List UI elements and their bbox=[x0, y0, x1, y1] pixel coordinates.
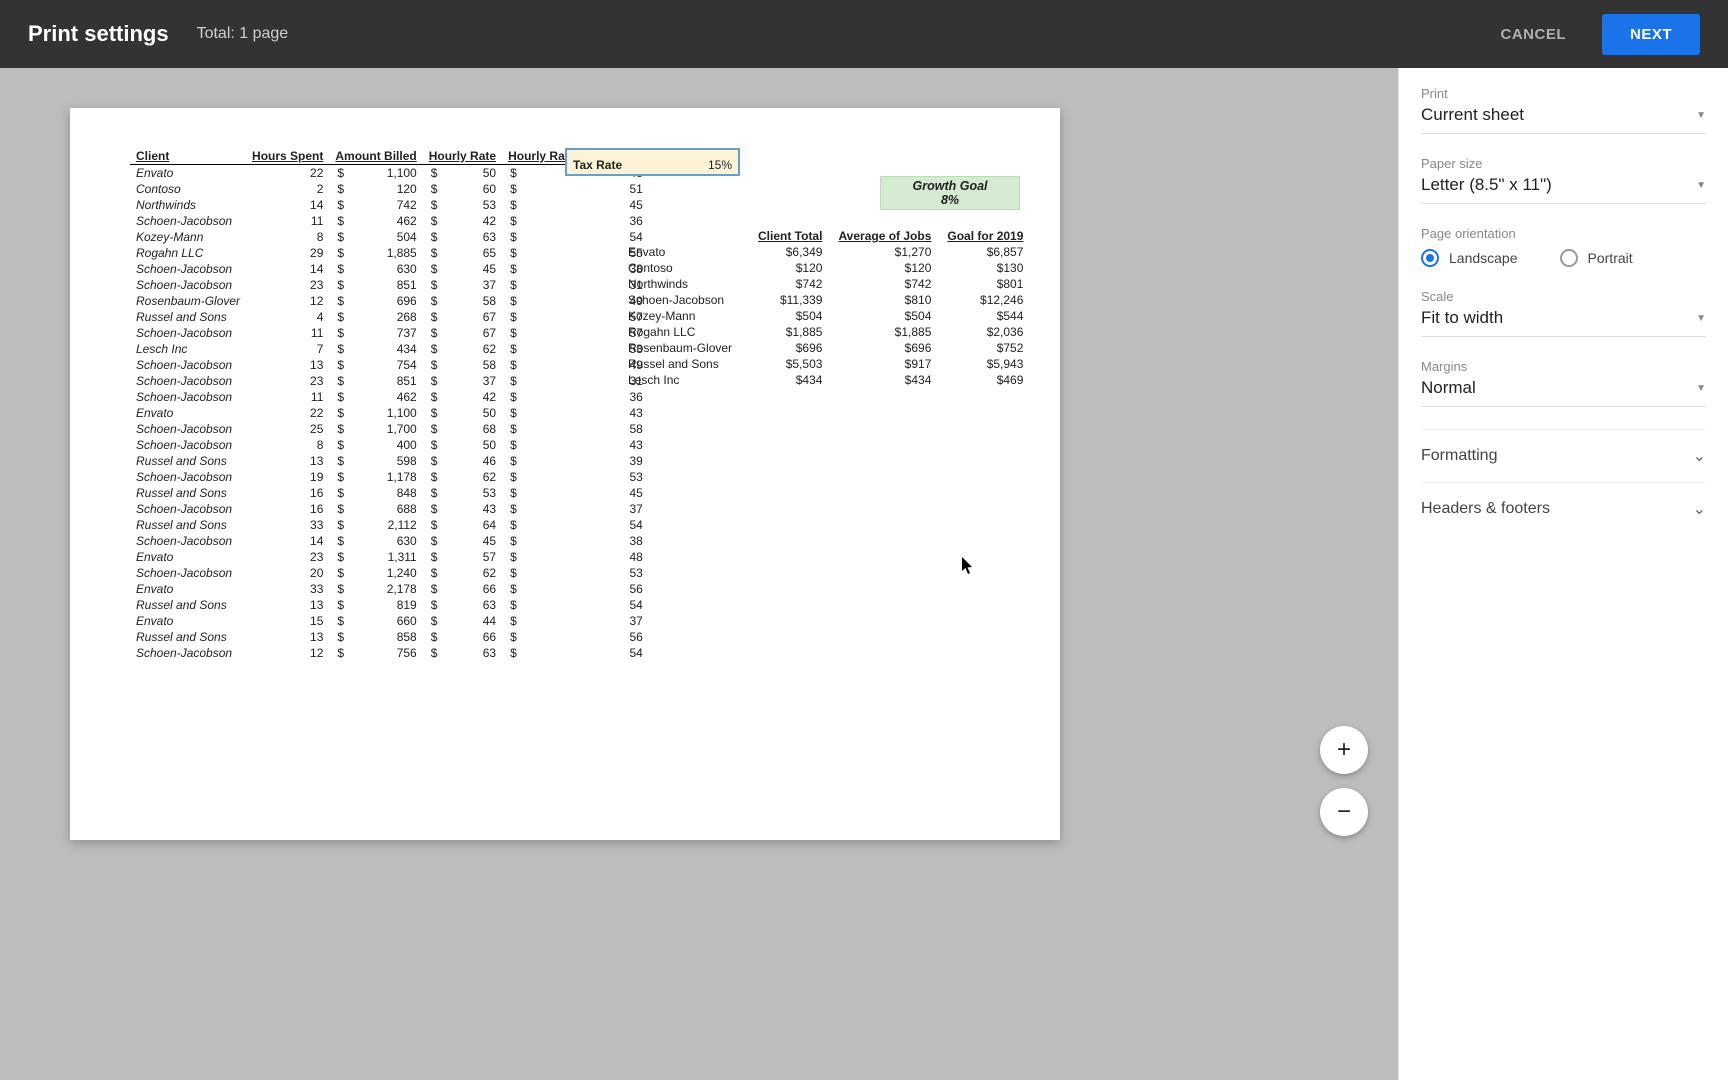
table-row: Contoso$120$120$130 bbox=[620, 260, 1031, 276]
table-row: Schoen-Jacobson20$1,240$62$53 bbox=[130, 565, 649, 581]
col-client: Client bbox=[130, 148, 246, 165]
scale-dropdown[interactable]: Fit to width ▼ bbox=[1421, 308, 1706, 337]
summary-col-avg: Average of Jobs bbox=[830, 228, 939, 244]
orientation-label: Page orientation bbox=[1421, 226, 1706, 241]
table-row: Schoen-Jacobson25$1,700$68$58 bbox=[130, 421, 649, 437]
table-row: Rogahn LLC29$1,885$65$55 bbox=[130, 245, 649, 261]
tax-rate-cell: Tax Rate 15% bbox=[565, 148, 740, 176]
minus-icon: − bbox=[1337, 798, 1351, 826]
table-row: Schoen-Jacobson14$630$45$38 bbox=[130, 261, 649, 277]
orientation-landscape-radio[interactable]: Landscape bbox=[1421, 249, 1518, 267]
margins-label: Margins bbox=[1421, 359, 1706, 374]
chevron-down-icon: ▼ bbox=[1696, 110, 1706, 121]
settings-sidebar: Print Current sheet ▼ Paper size Letter … bbox=[1398, 68, 1728, 1080]
data-table: Client Hours Spent Amount Billed Hourly … bbox=[130, 148, 649, 661]
table-row: Rogahn LLC$1,885$1,885$2,036 bbox=[620, 324, 1031, 340]
cancel-button[interactable]: CANCEL bbox=[1484, 14, 1582, 55]
chevron-down-icon: ▼ bbox=[1696, 180, 1706, 191]
scale-label: Scale bbox=[1421, 289, 1706, 304]
col-hours: Hours Spent bbox=[246, 148, 329, 165]
headers-footers-expander[interactable]: Headers & footers ⌄ bbox=[1421, 482, 1706, 535]
col-rate: Hourly Rate bbox=[423, 148, 502, 165]
growth-goal-value: 8% bbox=[881, 193, 1019, 207]
header-bar: Print settings Total: 1 page CANCEL NEXT bbox=[0, 0, 1728, 68]
margins-dropdown[interactable]: Normal ▼ bbox=[1421, 378, 1706, 407]
chevron-down-icon: ⌄ bbox=[1693, 499, 1706, 519]
table-row: Rosenbaum-Glover$696$696$752 bbox=[620, 340, 1031, 356]
growth-goal-cell: Growth Goal 8% bbox=[880, 176, 1020, 210]
summary-col-goal: Goal for 2019 bbox=[939, 228, 1031, 244]
table-row: Russel and Sons$5,503$917$5,943 bbox=[620, 356, 1031, 372]
table-row: Russel and Sons16$848$53$45 bbox=[130, 485, 649, 501]
table-row: Russel and Sons13$819$63$54 bbox=[130, 597, 649, 613]
tax-rate-value: 15% bbox=[708, 158, 732, 172]
tax-rate-label: Tax Rate bbox=[573, 158, 622, 172]
table-row: Rosenbaum-Glover12$696$58$49 bbox=[130, 293, 649, 309]
table-row: Schoen-Jacobson8$400$50$43 bbox=[130, 437, 649, 453]
table-row: Schoen-Jacobson11$737$67$57 bbox=[130, 325, 649, 341]
table-row: Lesch Inc$434$434$469 bbox=[620, 372, 1031, 388]
table-row: Kozey-Mann$504$504$544 bbox=[620, 308, 1031, 324]
table-row: Schoen-Jacobson13$754$58$49 bbox=[130, 357, 649, 373]
summary-col-blank bbox=[620, 228, 750, 244]
table-row: Lesch Inc7$434$62$53 bbox=[130, 341, 649, 357]
table-row: Schoen-Jacobson14$630$45$38 bbox=[130, 533, 649, 549]
chevron-down-icon: ▼ bbox=[1696, 383, 1706, 394]
table-row: Schoen-Jacobson16$688$43$37 bbox=[130, 501, 649, 517]
next-button[interactable]: NEXT bbox=[1602, 14, 1700, 55]
zoom-in-button[interactable]: + bbox=[1320, 726, 1368, 774]
table-row: Schoen-Jacobson23$851$37$31 bbox=[130, 373, 649, 389]
table-row: Contoso2$120$60$51 bbox=[130, 181, 649, 197]
chevron-down-icon: ▼ bbox=[1696, 313, 1706, 324]
print-preview-area: Client Hours Spent Amount Billed Hourly … bbox=[0, 68, 1398, 1080]
paper-size-label: Paper size bbox=[1421, 156, 1706, 171]
table-row: Schoen-Jacobson11$462$42$36 bbox=[130, 213, 649, 229]
page-preview: Client Hours Spent Amount Billed Hourly … bbox=[70, 108, 1060, 840]
col-amount: Amount Billed bbox=[329, 148, 422, 165]
table-row: Russel and Sons13$858$66$56 bbox=[130, 629, 649, 645]
summary-col-total: Client Total bbox=[750, 228, 830, 244]
table-row: Russel and Sons4$268$67$57 bbox=[130, 309, 649, 325]
orientation-portrait-radio[interactable]: Portrait bbox=[1560, 249, 1633, 267]
table-row: Envato$6,349$1,270$6,857 bbox=[620, 244, 1031, 260]
table-row: Envato22$1,100$50$43 bbox=[130, 405, 649, 421]
table-row: Northwinds14$742$53$45 bbox=[130, 197, 649, 213]
print-dropdown[interactable]: Current sheet ▼ bbox=[1421, 105, 1706, 134]
table-row: Envato23$1,311$57$48 bbox=[130, 549, 649, 565]
page-title: Print settings bbox=[28, 21, 169, 47]
summary-table: Client Total Average of Jobs Goal for 20… bbox=[620, 228, 1031, 388]
table-row: Russel and Sons13$598$46$39 bbox=[130, 453, 649, 469]
radio-icon bbox=[1560, 249, 1578, 267]
table-row: Schoen-Jacobson19$1,178$62$53 bbox=[130, 469, 649, 485]
table-row: Schoen-Jacobson12$756$63$54 bbox=[130, 645, 649, 661]
zoom-out-button[interactable]: − bbox=[1320, 788, 1368, 836]
growth-goal-label: Growth Goal bbox=[913, 179, 988, 193]
chevron-down-icon: ⌄ bbox=[1693, 446, 1706, 466]
formatting-expander[interactable]: Formatting ⌄ bbox=[1421, 429, 1706, 482]
paper-size-dropdown[interactable]: Letter (8.5" x 11") ▼ bbox=[1421, 175, 1706, 204]
table-row: Schoen-Jacobson$11,339$810$12,246 bbox=[620, 292, 1031, 308]
table-row: Envato33$2,178$66$56 bbox=[130, 581, 649, 597]
page-subtitle: Total: 1 page bbox=[197, 25, 289, 43]
plus-icon: + bbox=[1337, 736, 1351, 764]
print-label: Print bbox=[1421, 86, 1706, 101]
radio-icon bbox=[1421, 249, 1439, 267]
table-row: Envato15$660$44$37 bbox=[130, 613, 649, 629]
table-row: Kozey-Mann8$504$63$54 bbox=[130, 229, 649, 245]
table-row: Northwinds$742$742$801 bbox=[620, 276, 1031, 292]
table-row: Russel and Sons33$2,112$64$54 bbox=[130, 517, 649, 533]
table-row: Schoen-Jacobson11$462$42$36 bbox=[130, 389, 649, 405]
table-row: Schoen-Jacobson23$851$37$31 bbox=[130, 277, 649, 293]
